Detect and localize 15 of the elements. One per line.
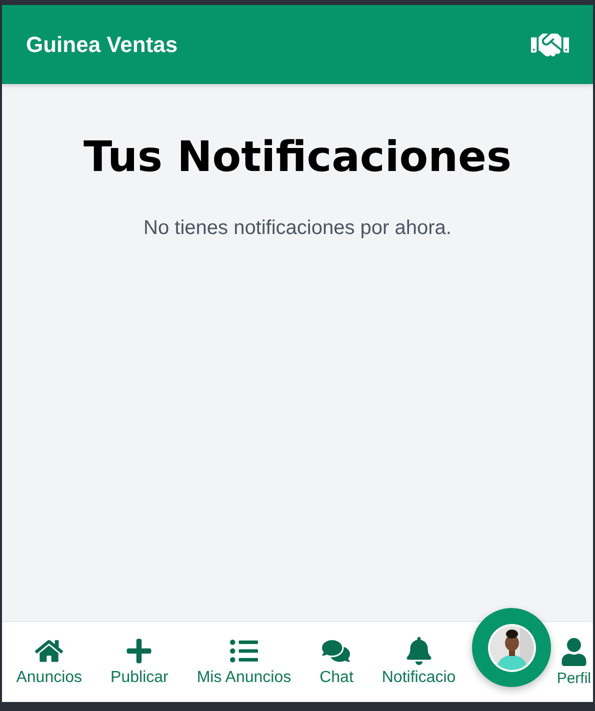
list-icon [230, 637, 258, 665]
nav-item[interactable]: Perfil [556, 638, 591, 686]
nav-item[interactable]: Anuncios [16, 637, 82, 687]
chat-icon [322, 637, 350, 665]
app-title: Guinea Ventas [26, 32, 178, 58]
user-icon [560, 638, 588, 666]
nav-item[interactable]: Mis Anuncios [196, 637, 292, 687]
page-title: Tus Notificaciones [84, 132, 512, 181]
plus-icon [125, 637, 154, 665]
nav-item[interactable]: Notificacio [382, 637, 456, 687]
nav-item[interactable]: Publicar [110, 637, 168, 687]
nav-item[interactable]: Chat [320, 637, 354, 687]
empty-message: No tienes notificaciones por ahora. [144, 217, 452, 240]
home-icon [35, 637, 64, 665]
bell-icon [404, 637, 433, 665]
